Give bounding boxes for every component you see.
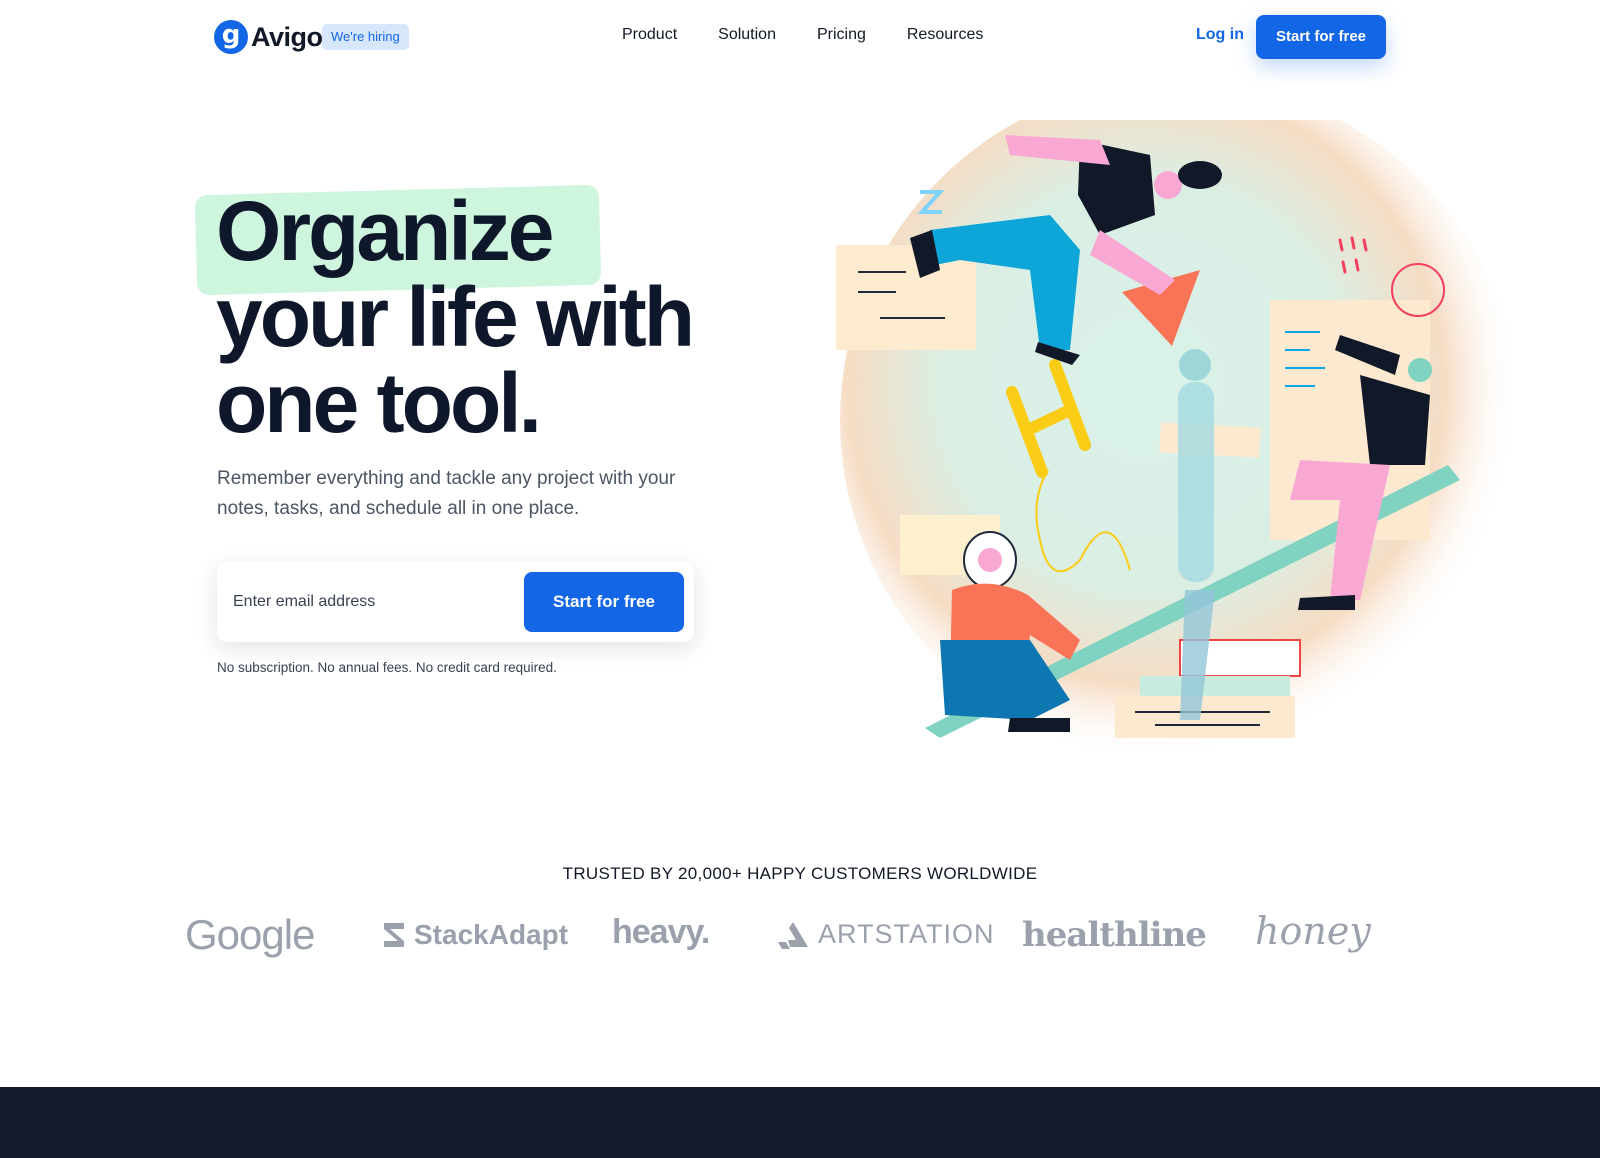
start-free-button[interactable]: Start for free	[524, 572, 684, 632]
next-section-band	[0, 1087, 1600, 1158]
artstation-wordmark: ARTSTATION	[818, 919, 995, 949]
main-menu: Product Solution Pricing Resources	[622, 26, 983, 44]
artstation-logo-icon	[778, 921, 808, 949]
healthline-logo: healthline	[1022, 915, 1207, 955]
avigo-logo-icon: g	[214, 20, 248, 54]
honey-logo: honey	[1255, 909, 1371, 953]
start-free-button-nav[interactable]: Start for free	[1256, 15, 1386, 59]
stackadapt-logo: StackAdapt	[380, 919, 568, 951]
avigo-logo[interactable]: g Avigo	[214, 20, 323, 54]
stackadapt-logo-icon	[384, 923, 404, 947]
hero-illustration	[836, 120, 1520, 760]
login-link[interactable]: Log in	[1196, 26, 1244, 44]
google-logo: Google	[185, 911, 315, 958]
book-bottom	[1115, 696, 1295, 738]
headline-line-2: your life with	[216, 270, 695, 364]
heavy-logo: heavy.	[612, 913, 710, 951]
menu-item-product[interactable]: Product	[622, 26, 677, 44]
signup-form: Start for free	[217, 562, 694, 642]
hero-subtitle: Remember everything and tackle any proje…	[217, 468, 676, 519]
top-nav: g Avigo We're hiring Product Solution Pr…	[0, 0, 1600, 74]
signup-note: No subscription. No annual fees. No cred…	[217, 660, 557, 675]
headline-line-1: Organize	[216, 184, 554, 278]
menu-item-pricing[interactable]: Pricing	[817, 26, 866, 44]
logo-text: Avigo	[251, 21, 323, 52]
trusted-title: TRUSTED BY 20,000+ HAPPY CUSTOMERS WORLD…	[562, 864, 1038, 883]
customer-logos: Google StackAdapt heavy. ARTSTATION heal…	[0, 905, 1600, 965]
artstation-logo: ARTSTATION	[776, 919, 995, 950]
menu-item-resources[interactable]: Resources	[907, 26, 983, 44]
headline-line-3: one tool.	[216, 356, 542, 450]
menu-item-solution[interactable]: Solution	[718, 26, 776, 44]
hiring-badge[interactable]: We're hiring	[322, 24, 409, 50]
book-middle	[1140, 676, 1290, 696]
stackadapt-wordmark: StackAdapt	[414, 919, 569, 950]
email-input[interactable]	[233, 584, 513, 620]
hero-headline: Organize your life with one tool.	[216, 184, 695, 450]
